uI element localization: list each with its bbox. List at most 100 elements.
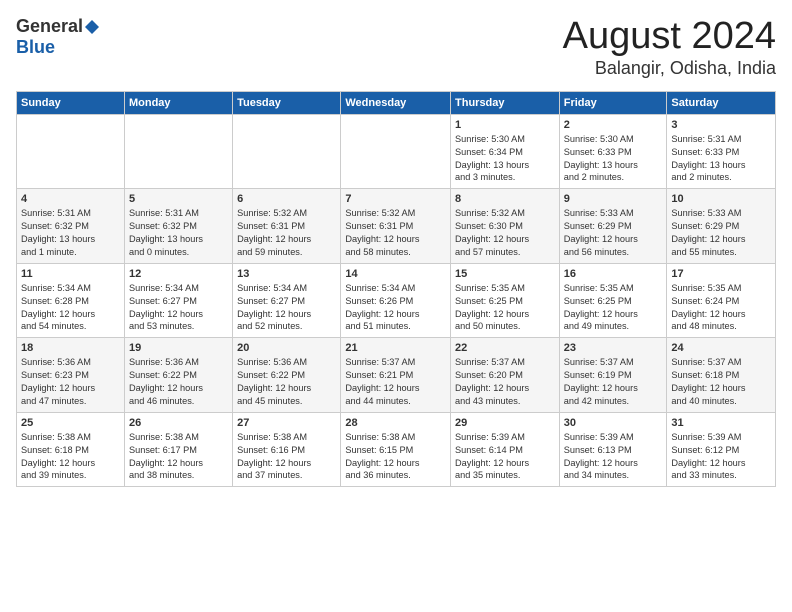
- cell-info: Sunrise: 5:31 AM Sunset: 6:32 PM Dayligh…: [21, 207, 120, 259]
- calendar-cell: [341, 114, 451, 189]
- cell-info: Sunrise: 5:36 AM Sunset: 6:22 PM Dayligh…: [237, 356, 336, 408]
- calendar-cell: [17, 114, 125, 189]
- location-subtitle: Balangir, Odisha, India: [563, 58, 776, 79]
- calendar-cell: 16 Sunrise: 5:35 AM Sunset: 6:25 PM Dayli…: [559, 263, 667, 338]
- day-number: 4: [21, 193, 120, 205]
- calendar-cell: 26 Sunrise: 5:38 AM Sunset: 6:17 PM Dayli…: [124, 412, 232, 487]
- calendar-cell: 4 Sunrise: 5:31 AM Sunset: 6:32 PM Daylig…: [17, 189, 125, 264]
- calendar-cell: 5 Sunrise: 5:31 AM Sunset: 6:32 PM Daylig…: [124, 189, 232, 264]
- logo-general-text: General: [16, 16, 83, 37]
- cell-info: Sunrise: 5:37 AM Sunset: 6:19 PM Dayligh…: [564, 356, 663, 408]
- cell-info: Sunrise: 5:32 AM Sunset: 6:31 PM Dayligh…: [237, 207, 336, 259]
- day-number: 22: [455, 342, 555, 354]
- day-number: 16: [564, 268, 663, 280]
- day-number: 2: [564, 119, 663, 131]
- calendar-cell: 7Sunrise: 5:32 AM Sunset: 6:31 PM Daylig…: [341, 189, 451, 264]
- cell-info: Sunrise: 5:33 AM Sunset: 6:29 PM Dayligh…: [564, 207, 663, 259]
- header-wednesday: Wednesday: [341, 91, 451, 114]
- logo-blue-text: Blue: [16, 37, 55, 57]
- header-tuesday: Tuesday: [233, 91, 341, 114]
- cell-info: Sunrise: 5:38 AM Sunset: 6:18 PM Dayligh…: [21, 431, 120, 483]
- day-number: 25: [21, 417, 120, 429]
- cell-info: Sunrise: 5:39 AM Sunset: 6:12 PM Dayligh…: [671, 431, 771, 483]
- cell-info: Sunrise: 5:35 AM Sunset: 6:25 PM Dayligh…: [455, 282, 555, 334]
- calendar-cell: 18Sunrise: 5:36 AM Sunset: 6:23 PM Dayli…: [17, 338, 125, 413]
- day-number: 1: [455, 119, 555, 131]
- day-number: 10: [671, 193, 771, 205]
- calendar-cell: 25 Sunrise: 5:38 AM Sunset: 6:18 PM Dayli…: [17, 412, 125, 487]
- day-number: 21: [345, 342, 446, 354]
- header-saturday: Saturday: [667, 91, 776, 114]
- day-number: 26: [129, 417, 228, 429]
- day-number: 12: [129, 268, 228, 280]
- cell-info: Sunrise: 5:32 AM Sunset: 6:30 PM Dayligh…: [455, 207, 555, 259]
- calendar-cell: 12Sunrise: 5:34 AM Sunset: 6:27 PM Dayli…: [124, 263, 232, 338]
- calendar-cell: 8Sunrise: 5:32 AM Sunset: 6:30 PM Daylig…: [451, 189, 560, 264]
- day-number: 20: [237, 342, 336, 354]
- cell-info: Sunrise: 5:38 AM Sunset: 6:15 PM Dayligh…: [345, 431, 446, 483]
- cell-info: Sunrise: 5:38 AM Sunset: 6:16 PM Dayligh…: [237, 431, 336, 483]
- calendar-cell: 14 Sunrise: 5:34 AM Sunset: 6:26 PM Dayli…: [341, 263, 451, 338]
- calendar-cell: 24 Sunrise: 5:37 AM Sunset: 6:18 PM Dayli…: [667, 338, 776, 413]
- cell-info: Sunrise: 5:31 AM Sunset: 6:32 PM Dayligh…: [129, 207, 228, 259]
- cell-info: Sunrise: 5:37 AM Sunset: 6:20 PM Dayligh…: [455, 356, 555, 408]
- day-number: 23: [564, 342, 663, 354]
- calendar-week-row: 4 Sunrise: 5:31 AM Sunset: 6:32 PM Daylig…: [17, 189, 776, 264]
- calendar-cell: 11 Sunrise: 5:34 AM Sunset: 6:28 PM Dayli…: [17, 263, 125, 338]
- cell-info: Sunrise: 5:34 AM Sunset: 6:26 PM Dayligh…: [345, 282, 446, 334]
- day-number: 30: [564, 417, 663, 429]
- calendar-cell: 29Sunrise: 5:39 AM Sunset: 6:14 PM Dayli…: [451, 412, 560, 487]
- calendar-cell: [124, 114, 232, 189]
- calendar-cell: 20 Sunrise: 5:36 AM Sunset: 6:22 PM Dayli…: [233, 338, 341, 413]
- calendar-cell: 21 Sunrise: 5:37 AM Sunset: 6:21 PM Dayli…: [341, 338, 451, 413]
- day-number: 19: [129, 342, 228, 354]
- calendar-cell: 19 Sunrise: 5:36 AM Sunset: 6:22 PM Dayli…: [124, 338, 232, 413]
- day-number: 17: [671, 268, 771, 280]
- cell-info: Sunrise: 5:34 AM Sunset: 6:28 PM Dayligh…: [21, 282, 120, 334]
- cell-info: Sunrise: 5:31 AM Sunset: 6:33 PM Dayligh…: [671, 133, 771, 185]
- cell-info: Sunrise: 5:36 AM Sunset: 6:23 PM Dayligh…: [21, 356, 120, 408]
- calendar-header-row: Sunday Monday Tuesday Wednesday Thursday…: [17, 91, 776, 114]
- day-number: 9: [564, 193, 663, 205]
- day-number: 14: [345, 268, 446, 280]
- calendar-cell: 6 Sunrise: 5:32 AM Sunset: 6:31 PM Daylig…: [233, 189, 341, 264]
- calendar-cell: 23 Sunrise: 5:37 AM Sunset: 6:19 PM Dayli…: [559, 338, 667, 413]
- header-monday: Monday: [124, 91, 232, 114]
- cell-info: Sunrise: 5:36 AM Sunset: 6:22 PM Dayligh…: [129, 356, 228, 408]
- cell-info: Sunrise: 5:35 AM Sunset: 6:25 PM Dayligh…: [564, 282, 663, 334]
- day-number: 24: [671, 342, 771, 354]
- cell-info: Sunrise: 5:33 AM Sunset: 6:29 PM Dayligh…: [671, 207, 771, 259]
- header-friday: Friday: [559, 91, 667, 114]
- calendar-cell: 22 Sunrise: 5:37 AM Sunset: 6:20 PM Dayli…: [451, 338, 560, 413]
- calendar-cell: 17 Sunrise: 5:35 AM Sunset: 6:24 PM Dayli…: [667, 263, 776, 338]
- calendar-cell: 3Sunrise: 5:31 AM Sunset: 6:33 PM Daylig…: [667, 114, 776, 189]
- cell-info: Sunrise: 5:35 AM Sunset: 6:24 PM Dayligh…: [671, 282, 771, 334]
- calendar-week-row: 18Sunrise: 5:36 AM Sunset: 6:23 PM Dayli…: [17, 338, 776, 413]
- calendar-cell: 28 Sunrise: 5:38 AM Sunset: 6:15 PM Dayli…: [341, 412, 451, 487]
- calendar-week-row: 1Sunrise: 5:30 AM Sunset: 6:34 PM Daylig…: [17, 114, 776, 189]
- calendar-cell: 15Sunrise: 5:35 AM Sunset: 6:25 PM Dayli…: [451, 263, 560, 338]
- day-number: 28: [345, 417, 446, 429]
- day-number: 5: [129, 193, 228, 205]
- cell-info: Sunrise: 5:38 AM Sunset: 6:17 PM Dayligh…: [129, 431, 228, 483]
- month-year-title: August 2024: [563, 16, 776, 58]
- calendar-table: Sunday Monday Tuesday Wednesday Thursday…: [16, 91, 776, 488]
- day-number: 27: [237, 417, 336, 429]
- calendar-cell: 9 Sunrise: 5:33 AM Sunset: 6:29 PM Daylig…: [559, 189, 667, 264]
- cell-info: Sunrise: 5:37 AM Sunset: 6:21 PM Dayligh…: [345, 356, 446, 408]
- cell-info: Sunrise: 5:39 AM Sunset: 6:14 PM Dayligh…: [455, 431, 555, 483]
- calendar-week-row: 11 Sunrise: 5:34 AM Sunset: 6:28 PM Dayli…: [17, 263, 776, 338]
- calendar-cell: 10 Sunrise: 5:33 AM Sunset: 6:29 PM Dayli…: [667, 189, 776, 264]
- calendar-cell: 2Sunrise: 5:30 AM Sunset: 6:33 PM Daylig…: [559, 114, 667, 189]
- day-number: 13: [237, 268, 336, 280]
- day-number: 31: [671, 417, 771, 429]
- cell-info: Sunrise: 5:34 AM Sunset: 6:27 PM Dayligh…: [237, 282, 336, 334]
- day-number: 11: [21, 268, 120, 280]
- logo: General Blue: [16, 16, 101, 58]
- cell-info: Sunrise: 5:39 AM Sunset: 6:13 PM Dayligh…: [564, 431, 663, 483]
- calendar-cell: 13 Sunrise: 5:34 AM Sunset: 6:27 PM Dayli…: [233, 263, 341, 338]
- calendar-cell: 30 Sunrise: 5:39 AM Sunset: 6:13 PM Dayli…: [559, 412, 667, 487]
- day-number: 6: [237, 193, 336, 205]
- header-sunday: Sunday: [17, 91, 125, 114]
- cell-info: Sunrise: 5:37 AM Sunset: 6:18 PM Dayligh…: [671, 356, 771, 408]
